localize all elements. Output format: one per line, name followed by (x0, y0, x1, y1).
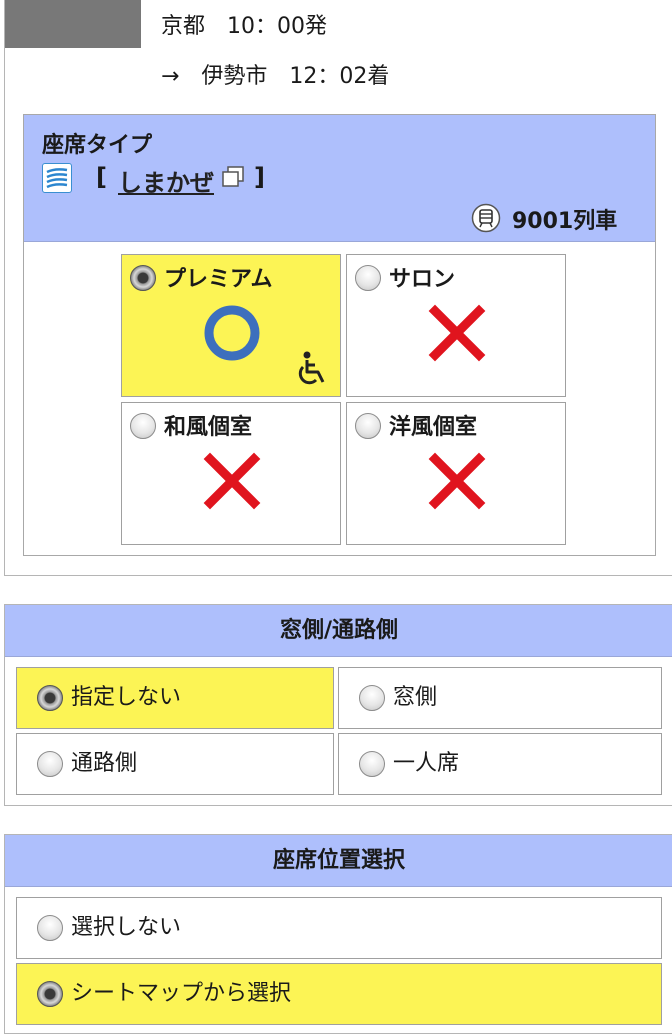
radio-premium[interactable] (130, 265, 156, 291)
option-single-seat[interactable]: 一人席 (338, 733, 662, 795)
radio-no-preference[interactable] (37, 685, 63, 711)
option-label: 通路側 (71, 751, 138, 776)
train-icon (471, 203, 501, 233)
option-label: 窓側 (393, 685, 438, 710)
window-aisle-title: 窓側/通路側 (5, 605, 672, 657)
circle-available-icon (202, 303, 262, 363)
radio-single-seat[interactable] (359, 751, 385, 777)
seat-option-label: サロン (389, 267, 456, 292)
option-label: 選択しない (71, 915, 182, 940)
option-no-preference[interactable]: 指定しない (16, 667, 334, 729)
bracket-open: [ (96, 163, 107, 191)
option-aisle[interactable]: 通路側 (16, 733, 334, 795)
window-aisle-section: 窓側/通路側 指定しない 窓側 通路側 一人席 (4, 604, 672, 806)
radio-window[interactable] (359, 685, 385, 711)
seat-position-section: 座席位置選択 選択しない シートマップから選択 (4, 834, 672, 1034)
radio-no-selection[interactable] (37, 915, 63, 941)
seat-option-salon[interactable]: サロン (346, 254, 566, 397)
cross-unavailable-icon (427, 451, 487, 511)
seat-option-premium[interactable]: プレミアム (121, 254, 341, 397)
option-label: シートマップから選択 (71, 981, 292, 1006)
seat-type-header: 座席タイプ [ しまかぜ ] 9001列車 (24, 115, 655, 242)
option-label: 一人席 (393, 751, 460, 776)
wheelchair-icon (294, 350, 330, 388)
new-window-icon[interactable] (220, 165, 246, 189)
radio-japanese-room[interactable] (130, 413, 156, 439)
seat-option-label: 和風個室 (164, 415, 253, 440)
arrival-text: → 伊勢市 12：02着 (161, 64, 390, 89)
train-number: 9001列車 (512, 209, 618, 234)
seat-type-title: 座席タイプ (42, 133, 153, 158)
radio-aisle[interactable] (37, 751, 63, 777)
option-seat-map[interactable]: シートマップから選択 (16, 963, 662, 1025)
option-window[interactable]: 窓側 (338, 667, 662, 729)
option-label: 指定しない (71, 685, 182, 710)
cross-unavailable-icon (427, 303, 487, 363)
train-name-link[interactable]: しまかぜ (118, 163, 214, 198)
seat-option-label: プレミアム (164, 267, 273, 292)
seat-type-box: 座席タイプ [ しまかぜ ] 9001列車 プレミアム サロン 和風個室 洋風個… (23, 114, 656, 556)
bracket-close: ] (254, 163, 265, 191)
seat-position-title: 座席位置選択 (5, 835, 672, 887)
seat-option-japanese-room[interactable]: 和風個室 (121, 402, 341, 545)
train-thumbnail (5, 0, 141, 48)
train-card: 京都 10：00発 → 伊勢市 12：02着 座席タイプ [ しまかぜ] 90… (4, 0, 672, 576)
option-no-selection[interactable]: 選択しない (16, 897, 662, 959)
radio-seat-map[interactable] (37, 981, 63, 1007)
shimakaze-logo-icon (42, 163, 72, 193)
cross-unavailable-icon (202, 451, 262, 511)
seat-option-western-room[interactable]: 洋風個室 (346, 402, 566, 545)
departure-text: 京都 10：00発 (161, 14, 327, 39)
radio-salon[interactable] (355, 265, 381, 291)
seat-option-label: 洋風個室 (389, 415, 478, 440)
radio-western-room[interactable] (355, 413, 381, 439)
